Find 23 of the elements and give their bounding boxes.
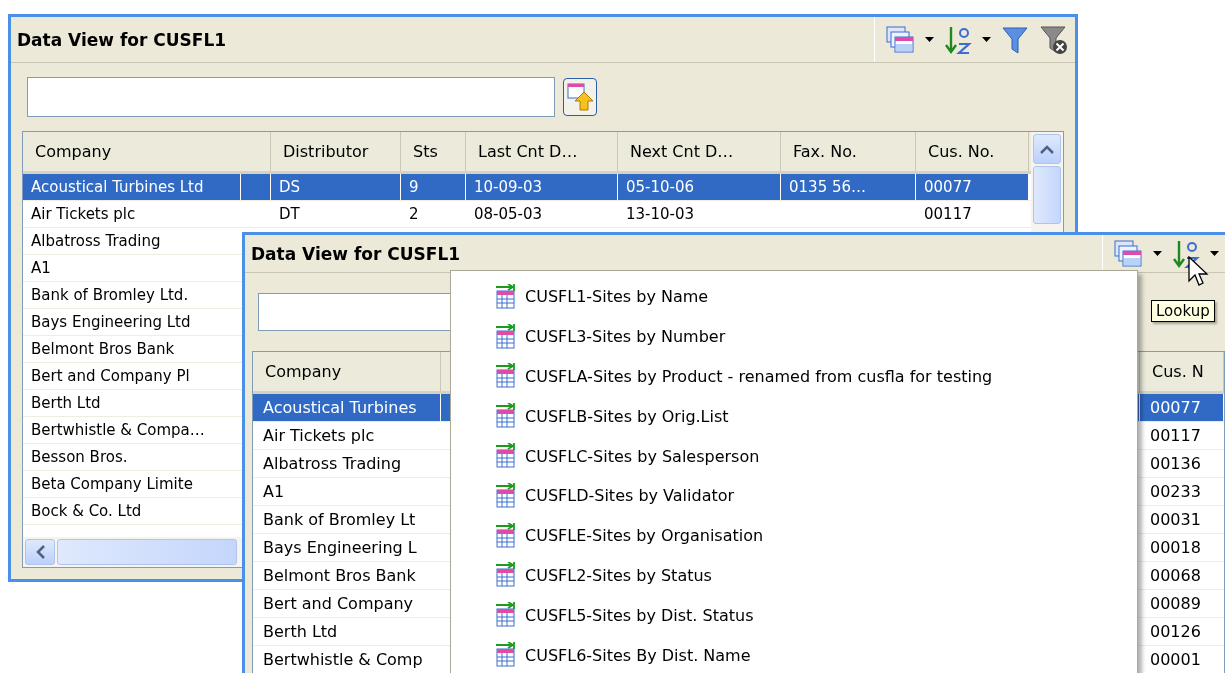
table-cell: Albatross Trading [263, 454, 402, 473]
table-cell: A1 [263, 482, 285, 501]
table-cell: 00068 [1150, 566, 1201, 585]
window-title: Data View for CUSFL1 [251, 243, 462, 264]
window-title: Data View for CUSFL1 [17, 29, 228, 50]
table-cell: Acoustical Turbines [263, 398, 417, 417]
table-cell: 00233 [1150, 482, 1201, 501]
table-cell: 00089 [1150, 594, 1201, 613]
table-cell: Bays Engineering L [263, 538, 417, 557]
table-cell: 00136 [1150, 454, 1201, 473]
table-cell: Belmont Bros Bank [263, 566, 416, 585]
table-cell: Bert and Company [263, 594, 414, 613]
table-cell: 00031 [1150, 510, 1201, 529]
tooltip: Lookup [1151, 300, 1215, 322]
table-cell: 00077 [1150, 398, 1201, 417]
table-cell: Air Tickets plc [263, 426, 375, 445]
table-cell: Bertwhistle & Comp [263, 650, 423, 669]
table-cell: Bank of Bromley Lt [263, 510, 416, 529]
table-cell: 00117 [1150, 426, 1201, 445]
table-cell: Berth Ltd [263, 622, 338, 641]
table-cell: 00018 [1150, 538, 1201, 557]
table-cell: 00001 [1150, 650, 1201, 669]
table-cell: 00126 [1150, 622, 1201, 641]
